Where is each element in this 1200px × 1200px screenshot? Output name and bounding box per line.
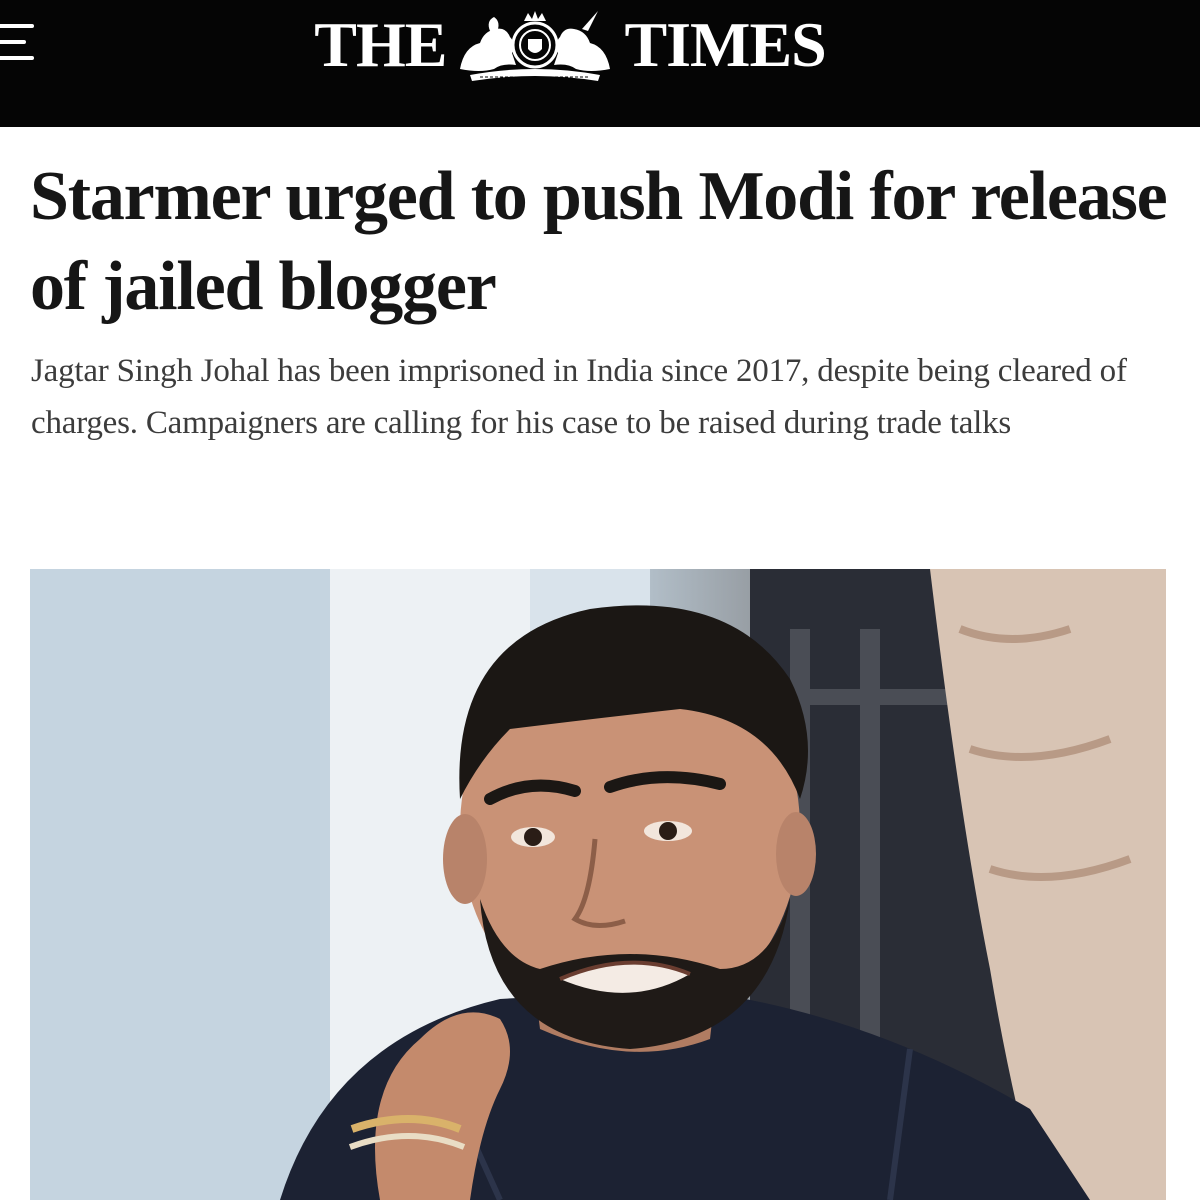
masthead: THE TIMES [0, 0, 1200, 127]
article-standfirst: Jagtar Singh Johal has been imprisoned i… [31, 353, 1127, 441]
article-hero-photo [30, 569, 1166, 1200]
logo-word-the: THE [314, 9, 447, 80]
royal-crest-icon [460, 11, 611, 81]
hamburger-menu-icon[interactable] [0, 20, 40, 68]
article-headline: Starmer urged to push Modi for release o… [30, 158, 1168, 325]
logo-word-times: TIMES [624, 9, 826, 80]
portrait-illustration [30, 569, 1166, 1200]
site-logo[interactable]: THE TIMES [300, 4, 840, 86]
